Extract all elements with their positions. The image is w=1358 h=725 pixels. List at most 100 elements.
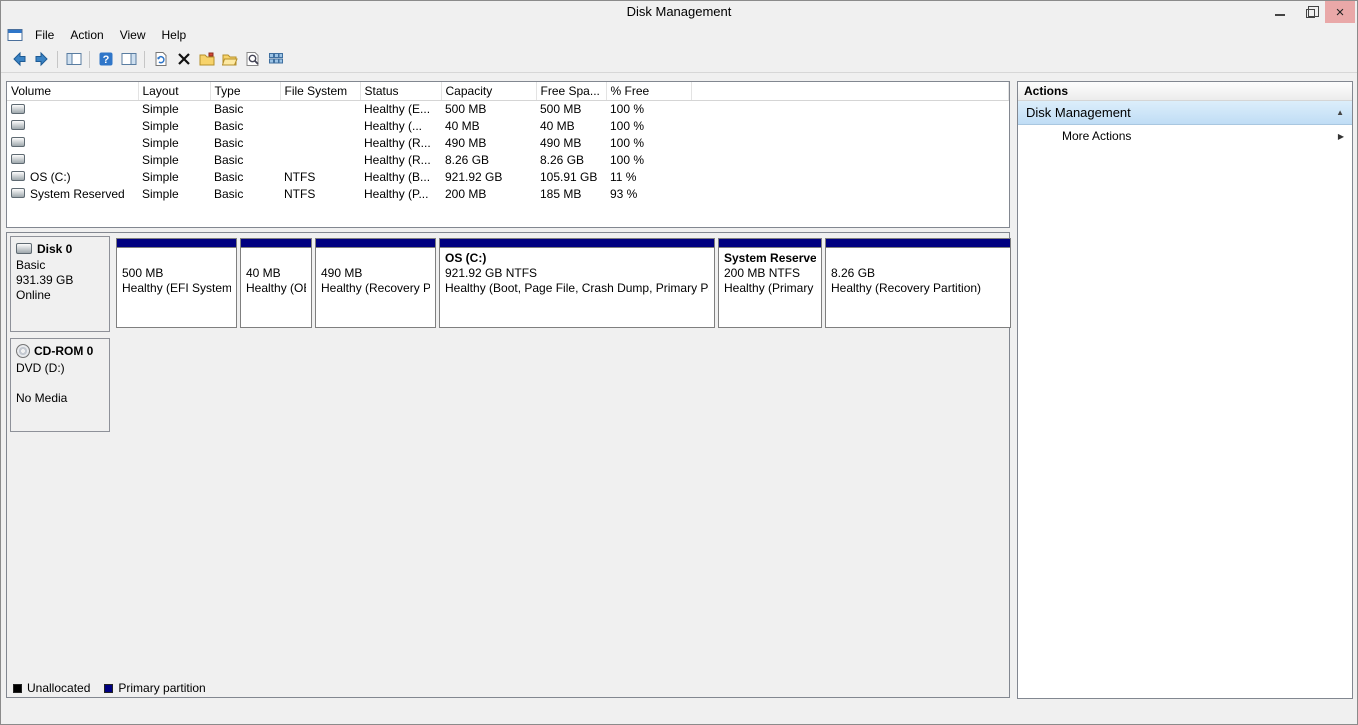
toolbar-separator xyxy=(57,50,58,68)
more-actions-item[interactable]: More Actions ▶ xyxy=(1018,125,1352,147)
actions-pane-title: Actions xyxy=(1018,82,1352,101)
col-pct-free[interactable]: % Free xyxy=(606,82,692,101)
disk-name: Disk 0 xyxy=(37,242,73,256)
main-area: Volume Layout Type File System Status Ca… xyxy=(1,73,1357,724)
restore-icon xyxy=(1305,6,1319,18)
legend: Unallocated Primary partition xyxy=(7,679,1009,697)
view-list-icon[interactable] xyxy=(264,48,287,70)
disk-size: 931.39 GB xyxy=(16,273,74,287)
primary-partition-bar xyxy=(316,239,435,248)
volume-row[interactable]: Simple Basic Healthy (... 40 MB 40 MB 10… xyxy=(7,117,1009,134)
partition-recovery-1[interactable]: 490 MB Healthy (Recovery Partition) xyxy=(315,238,436,328)
partition-size: 200 MB NTFS xyxy=(724,266,801,280)
partition-status: Healthy (EFI System Partition) xyxy=(122,281,231,295)
disk-type: Basic xyxy=(16,258,46,272)
close-button[interactable]: × xyxy=(1325,1,1355,23)
partition-system-reserved[interactable]: System Reserved 200 MB NTFS Healthy (Pri… xyxy=(718,238,822,328)
col-capacity[interactable]: Capacity xyxy=(441,82,537,101)
menu-view[interactable]: View xyxy=(112,25,154,45)
volume-row[interactable]: Simple Basic Healthy (R... 8.26 GB 8.26 … xyxy=(7,151,1009,168)
legend-label: Primary partition xyxy=(118,681,206,695)
partition-size: 921.92 GB NTFS xyxy=(445,266,538,280)
col-status[interactable]: Status xyxy=(360,82,442,101)
legend-item-unallocated: Unallocated xyxy=(13,681,90,695)
minimize-button[interactable] xyxy=(1265,1,1295,23)
legend-item-primary-partition: Primary partition xyxy=(104,681,206,695)
volume-row[interactable]: Simple Basic Healthy (R... 490 MB 490 MB… xyxy=(7,134,1009,151)
volume-row[interactable]: System Reserved Simple Basic NTFS Health… xyxy=(7,185,1009,202)
console-window-icon xyxy=(7,27,23,43)
title-bar: Disk Management × xyxy=(1,1,1357,23)
volume-table-header: Volume Layout Type File System Status Ca… xyxy=(7,82,1009,101)
open-folder-icon[interactable] xyxy=(218,48,241,70)
menu-action[interactable]: Action xyxy=(62,25,111,45)
restore-button[interactable] xyxy=(1295,1,1325,23)
toolbar-separator xyxy=(144,50,145,68)
partition-efi[interactable]: 500 MB Healthy (EFI System Partition) xyxy=(116,238,237,328)
partition-title xyxy=(246,251,306,266)
col-free-space[interactable]: Free Spa... xyxy=(536,82,607,101)
actions-group-disk-management[interactable]: Disk Management ▲ xyxy=(1018,101,1352,125)
partition-title: OS (C:) xyxy=(445,251,487,265)
volume-row[interactable]: Simple Basic Healthy (E... 500 MB 500 MB… xyxy=(7,100,1009,117)
partition-size: 490 MB xyxy=(321,266,363,280)
partition-title: System Reserved xyxy=(724,251,816,265)
primary-partition-swatch xyxy=(104,683,114,693)
volume-list-pane: Volume Layout Type File System Status Ca… xyxy=(6,81,1010,228)
disk-status: Online xyxy=(16,288,51,302)
back-icon[interactable] xyxy=(7,48,30,70)
partition-os-c[interactable]: OS (C:) 921.92 GB NTFS Healthy (Boot, Pa… xyxy=(439,238,715,328)
col-file-system[interactable]: File System xyxy=(280,82,361,101)
svg-text:?: ? xyxy=(102,54,109,66)
show-action-pane-icon[interactable] xyxy=(117,48,140,70)
primary-partition-bar xyxy=(826,239,1010,248)
partition-oem[interactable]: 40 MB Healthy (OEM Partition) xyxy=(240,238,312,328)
partition-status: Healthy (Primary Partition) xyxy=(724,281,816,295)
col-type[interactable]: Type xyxy=(210,82,281,101)
disk0-partitions: 500 MB Healthy (EFI System Partition) 40… xyxy=(116,238,1011,328)
primary-partition-bar xyxy=(241,239,311,248)
partition-title xyxy=(122,251,231,266)
disk-icon xyxy=(16,243,32,255)
disk0-info[interactable]: Disk 0 Basic 931.39 GB Online xyxy=(10,236,110,332)
delete-icon[interactable] xyxy=(172,48,195,70)
cdrom0-info[interactable]: CD-ROM 0 DVD (D:) No Media xyxy=(10,338,110,432)
collapse-chevron-icon[interactable]: ▲ xyxy=(1336,108,1344,117)
actions-group-label: Disk Management xyxy=(1026,105,1131,120)
menu-help[interactable]: Help xyxy=(154,25,195,45)
cdrom-spacer xyxy=(16,376,104,391)
partition-recovery-2[interactable]: 8.26 GB Healthy (Recovery Partition) xyxy=(825,238,1011,328)
col-layout[interactable]: Layout xyxy=(138,82,211,101)
primary-partition-bar xyxy=(719,239,821,248)
minimize-icon xyxy=(1275,14,1285,16)
close-icon: × xyxy=(1335,3,1345,21)
unallocated-swatch xyxy=(13,683,22,693)
partition-status: Healthy (Recovery Partition) xyxy=(831,281,982,295)
cd-rom-icon xyxy=(16,344,30,358)
col-volume[interactable]: Volume xyxy=(7,82,139,101)
drive-letter-icon[interactable] xyxy=(195,48,218,70)
partition-size: 500 MB xyxy=(122,266,164,280)
forward-icon[interactable] xyxy=(30,48,53,70)
volume-icon xyxy=(11,154,25,165)
partition-status: Healthy (OEM Partition) xyxy=(246,281,306,295)
menu-bar: File Action View Help xyxy=(1,23,1357,46)
show-console-tree-icon[interactable] xyxy=(62,48,85,70)
refresh-icon[interactable] xyxy=(149,48,172,70)
volume-name: OS (C:) xyxy=(30,169,71,184)
partition-title xyxy=(831,251,1005,266)
more-actions-label: More Actions xyxy=(1062,129,1132,143)
help-icon[interactable]: ? xyxy=(94,48,117,70)
volume-row[interactable]: OS (C:) Simple Basic NTFS Healthy (B... … xyxy=(7,168,1009,185)
window-title: Disk Management xyxy=(626,4,732,19)
volume-icon xyxy=(11,120,25,131)
explore-icon[interactable] xyxy=(241,48,264,70)
toolbar-separator xyxy=(89,50,90,68)
menu-file[interactable]: File xyxy=(27,25,62,45)
graphical-view-pane: Disk 0 Basic 931.39 GB Online 500 MB Hea… xyxy=(6,232,1011,698)
window-controls: × xyxy=(1265,1,1355,23)
cdrom-media-status: No Media xyxy=(16,390,68,405)
col-filler xyxy=(691,82,1009,101)
partition-size: 8.26 GB xyxy=(831,266,876,280)
partition-status: Healthy (Recovery Partition) xyxy=(321,281,430,295)
